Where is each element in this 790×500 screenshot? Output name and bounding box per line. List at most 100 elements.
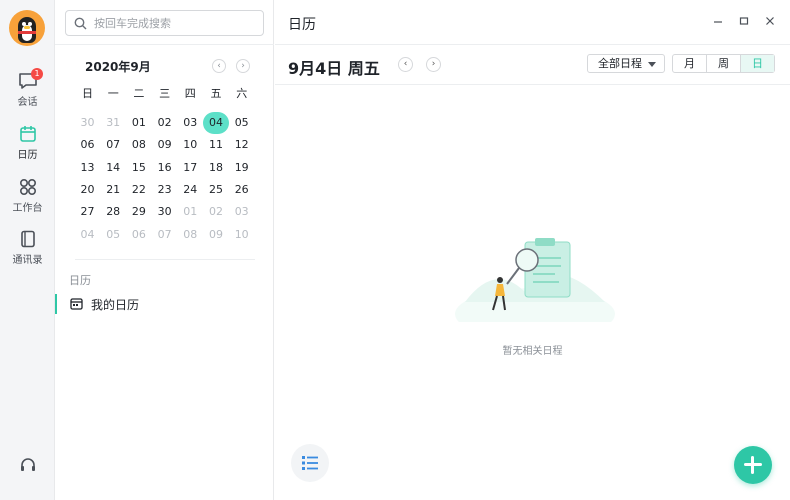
search-box[interactable] — [65, 10, 264, 36]
rail-item-calendar[interactable]: 日历 — [0, 125, 55, 161]
day-cell[interactable]: 10 — [177, 134, 203, 156]
rail-item-workbench[interactable]: 工作台 — [0, 178, 55, 214]
weekday-label: 四 — [184, 87, 196, 100]
schedule-filter-label: 全部日程 — [598, 57, 642, 70]
add-event-button[interactable] — [734, 446, 772, 484]
schedule-list-button[interactable] — [291, 444, 329, 482]
day-cell[interactable]: 02 — [203, 201, 229, 223]
help-support-button[interactable] — [0, 456, 55, 477]
contacts-book-icon — [20, 230, 35, 248]
empty-state-illustration — [455, 238, 615, 322]
day-cell[interactable]: 08 — [126, 134, 152, 156]
day-cell[interactable]: 23 — [152, 179, 178, 201]
day-cell[interactable]: 26 — [229, 179, 255, 201]
page-title: 日历 — [288, 17, 316, 33]
caret-down-icon — [648, 62, 656, 67]
weekday-label: 三 — [159, 87, 171, 100]
day-cell[interactable]: 05 — [229, 112, 255, 134]
day-cell[interactable]: 19 — [229, 157, 255, 179]
mini-calendar-title: 2020年9月 — [85, 60, 151, 74]
day-cell[interactable]: 07 — [152, 224, 178, 246]
day-cell[interactable]: 30 — [152, 201, 178, 223]
current-date-title: 9月4日 周五 — [288, 59, 380, 78]
day-cell[interactable]: 05 — [100, 224, 126, 246]
empty-state-text: 暂无相关日程 — [502, 346, 563, 357]
day-cell[interactable]: 14 — [100, 157, 126, 179]
unread-badge: 1 — [31, 68, 43, 80]
weekday-label: 日 — [82, 87, 93, 100]
view-week-button[interactable]: 周 — [707, 55, 741, 72]
calendar-icon — [19, 126, 36, 142]
calendars-section-title: 日历 — [69, 274, 91, 287]
weekday-label: 五 — [210, 87, 222, 100]
day-cell[interactable]: 24 — [177, 179, 203, 201]
day-cell[interactable]: 08 — [177, 224, 203, 246]
headset-icon — [20, 458, 35, 471]
day-cell[interactable]: 11 — [203, 134, 229, 156]
rail-item-label: 通讯录 — [12, 255, 43, 266]
day-cell[interactable]: 16 — [152, 157, 178, 179]
day-cell[interactable]: 04 — [75, 224, 101, 246]
mini-calendar-next-button[interactable]: › — [236, 59, 250, 73]
next-day-button[interactable]: › — [426, 57, 441, 72]
rail-item-contacts[interactable]: 通讯录 — [0, 230, 55, 266]
day-cell[interactable]: 27 — [75, 201, 101, 223]
day-cell[interactable]: 01 — [126, 112, 152, 134]
day-cell[interactable]: 20 — [75, 179, 101, 201]
calendar-list-item-my-calendar[interactable]: 我的日历 — [55, 292, 274, 316]
view-day-button[interactable]: 日 — [741, 55, 774, 72]
day-cell[interactable]: 25 — [203, 179, 229, 201]
weekday-label: 六 — [236, 87, 248, 100]
schedule-filter-dropdown[interactable]: 全部日程 — [587, 54, 665, 73]
rail-item-label: 日历 — [17, 150, 38, 161]
avatar[interactable] — [9, 10, 45, 46]
weekday-label: 二 — [133, 87, 145, 100]
day-cell[interactable]: 07 — [100, 134, 126, 156]
weekday-label: 一 — [107, 87, 119, 100]
view-mode-switch: 月 周 日 — [672, 54, 775, 73]
day-cell[interactable]: 03 — [229, 201, 255, 223]
day-cell[interactable]: 29 — [126, 201, 152, 223]
rail-item-label: 工作台 — [12, 203, 43, 214]
calendar-sidebar: 2020年9月 ‹ › 日一二三四五六 30310102030405060708… — [55, 0, 274, 500]
day-cell[interactable]: 15 — [126, 157, 152, 179]
view-month-button[interactable]: 月 — [673, 55, 707, 72]
day-cell[interactable]: 30 — [75, 112, 101, 134]
day-cell[interactable]: 31 — [100, 112, 126, 134]
mini-calendar-prev-button[interactable]: ‹ — [212, 59, 226, 73]
prev-day-button[interactable]: ‹ — [398, 57, 413, 72]
divider — [275, 84, 790, 85]
day-cell[interactable]: 12 — [229, 134, 255, 156]
day-cell[interactable]: 22 — [126, 179, 152, 201]
search-input[interactable] — [94, 15, 254, 31]
left-rail: 1 会话 日历 工作台 通讯录 — [0, 0, 55, 500]
day-cell[interactable]: 17 — [177, 157, 203, 179]
divider — [75, 259, 255, 260]
divider — [55, 44, 274, 45]
calendar-list-item-label: 我的日历 — [91, 298, 140, 312]
active-indicator — [55, 294, 57, 314]
day-cell[interactable]: 03 — [177, 112, 203, 134]
rail-item-label: 会话 — [17, 97, 38, 108]
day-cell[interactable]: 09 — [152, 134, 178, 156]
day-cell[interactable]: 28 — [100, 201, 126, 223]
day-cell[interactable]: 10 — [229, 224, 255, 246]
list-icon — [302, 456, 318, 470]
calendar-icon — [70, 298, 83, 310]
day-cell[interactable]: 02 — [152, 112, 178, 134]
day-cell[interactable]: 04 — [203, 112, 229, 134]
day-cell[interactable]: 06 — [126, 224, 152, 246]
minimize-icon[interactable] — [711, 14, 725, 28]
rail-item-chat[interactable]: 1 会话 — [0, 68, 55, 108]
day-cell[interactable]: 18 — [203, 157, 229, 179]
day-cell[interactable]: 01 — [177, 201, 203, 223]
main-panel: 日历 9月4日 周五 ‹ › 全部日程 月 周 日 暂无相关日程 — [275, 0, 790, 500]
day-cell[interactable]: 13 — [75, 157, 101, 179]
maximize-icon[interactable] — [737, 14, 751, 28]
day-cell[interactable]: 09 — [203, 224, 229, 246]
grid-icon — [19, 178, 36, 196]
day-cell[interactable]: 21 — [100, 179, 126, 201]
divider — [275, 44, 790, 45]
day-cell[interactable]: 06 — [75, 134, 101, 156]
close-icon[interactable] — [763, 14, 777, 28]
